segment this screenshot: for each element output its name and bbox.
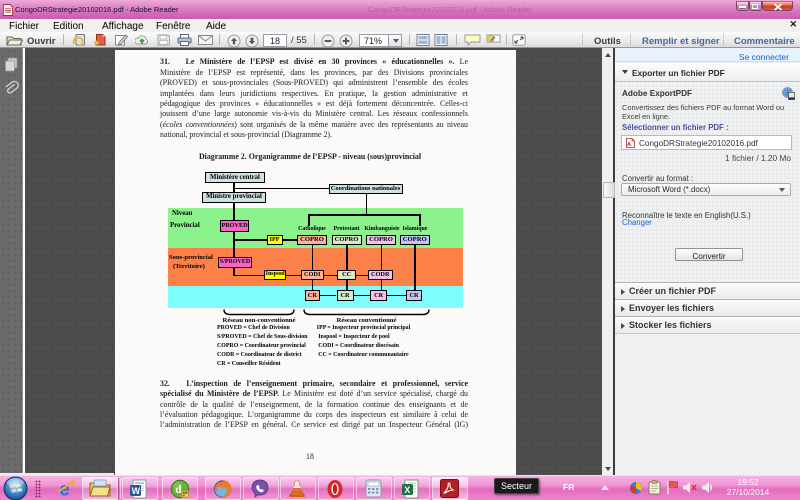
svg-text:d: d xyxy=(175,484,182,496)
svg-text:A: A xyxy=(627,142,631,148)
svg-text:X: X xyxy=(404,484,410,494)
svg-text:W: W xyxy=(132,486,141,496)
